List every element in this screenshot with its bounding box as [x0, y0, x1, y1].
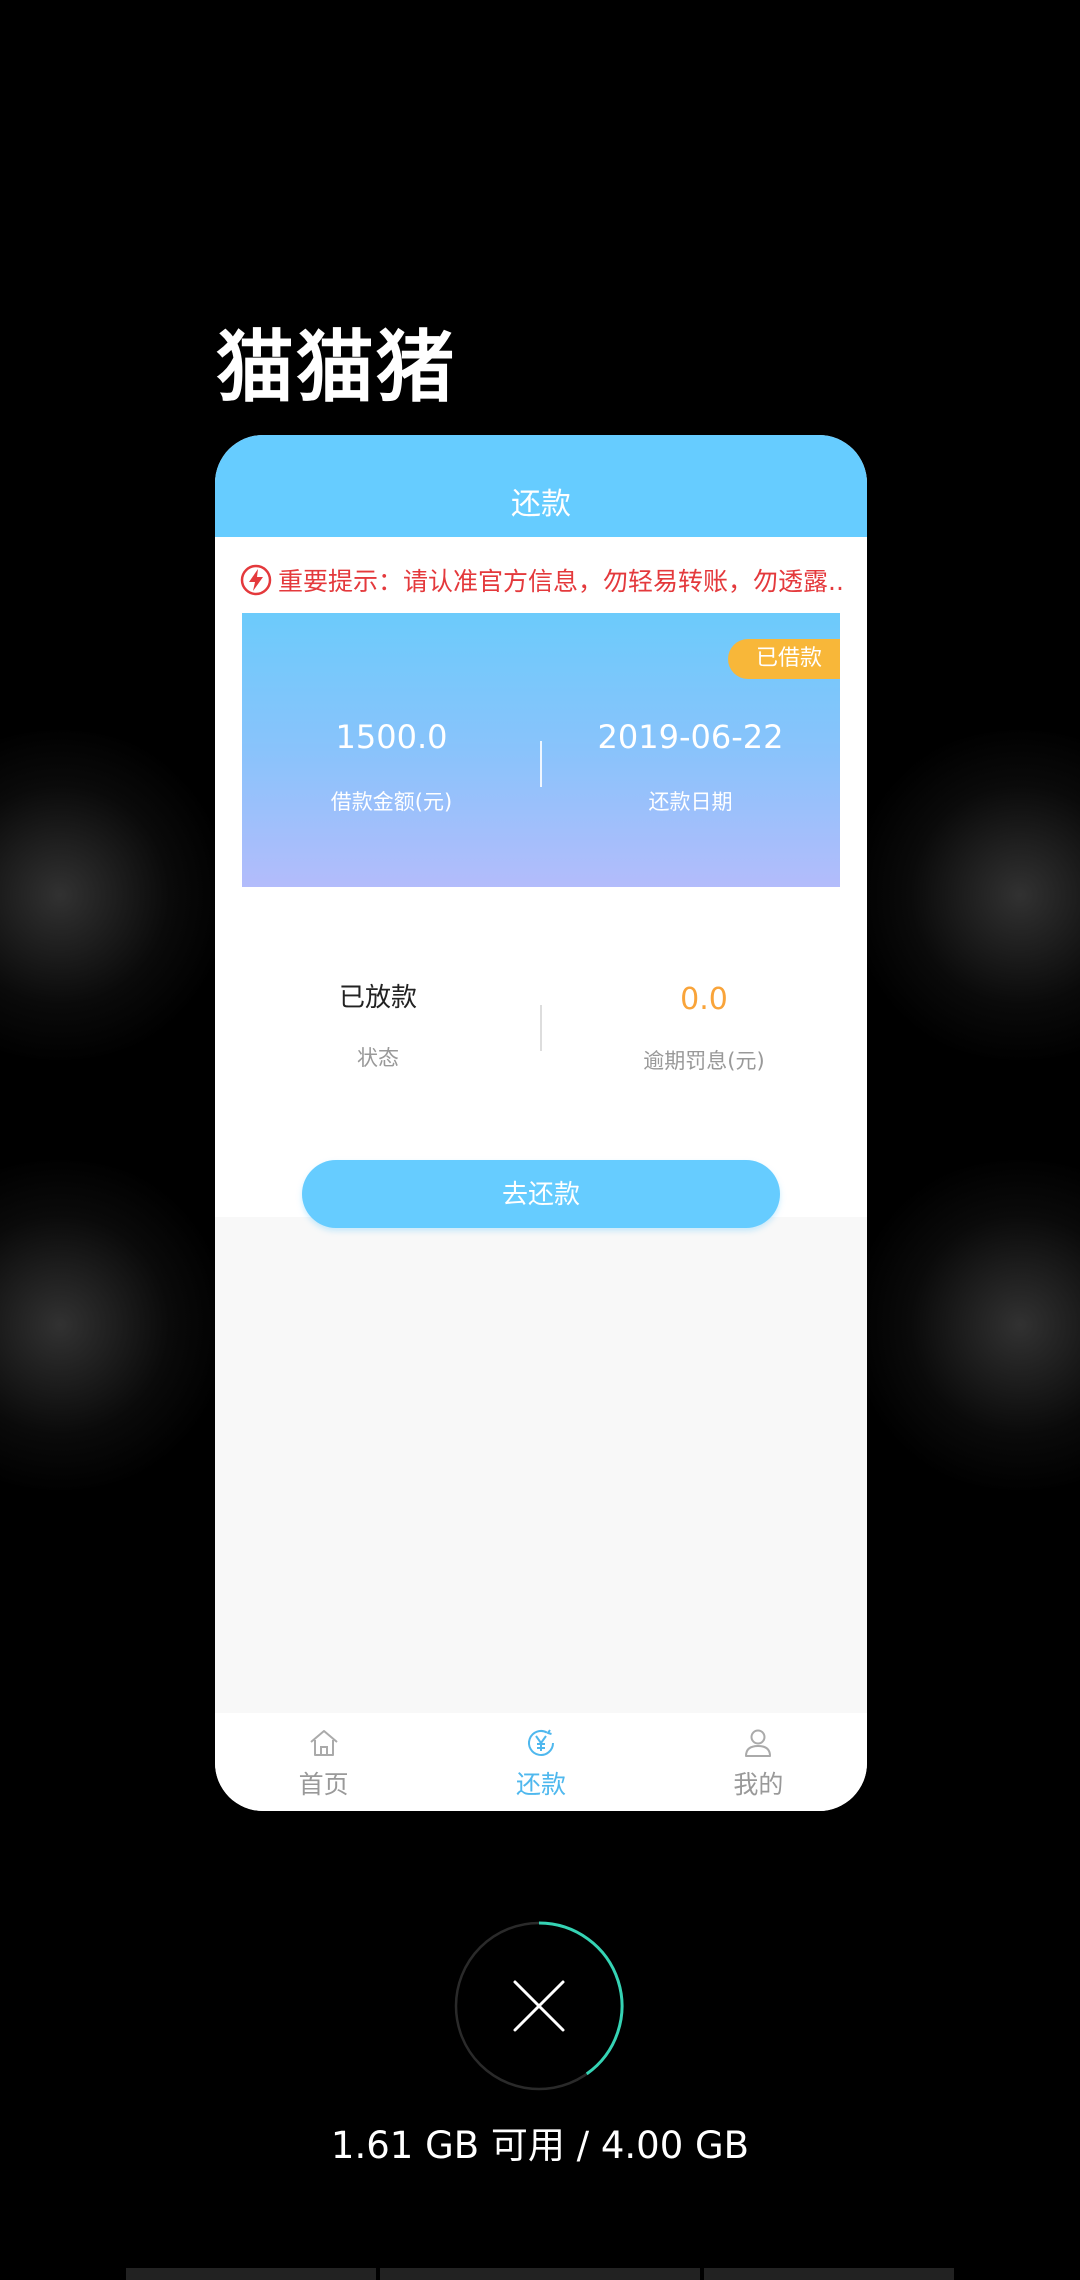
background-glow: [840, 730, 1080, 1060]
user-icon: [745, 1729, 772, 1757]
tab-home[interactable]: 首页: [215, 1713, 432, 1811]
recent-apps-screen: 猫猫猪 还款 重要提示：请认准官方信息，勿轻易转账，勿透露.. 已借款 1500…: [0, 0, 1080, 2280]
home-icon: [310, 1730, 338, 1756]
loan-summary-card: 已借款 1500.0 借款金额(元) 2019-06-22 还款日期: [242, 613, 840, 887]
status-value: 已放款: [338, 983, 417, 1013]
page-header: 还款: [215, 435, 867, 537]
yen-icon: [528, 1729, 554, 1756]
penalty-value: 0.0: [680, 982, 728, 1017]
background-glow: [0, 730, 240, 1060]
content-block: 重要提示：请认准官方信息，勿轻易转账，勿透露.. 已借款 1500.0 借款金额…: [215, 537, 867, 1217]
notice-bar: 重要提示：请认准官方信息，勿轻易转账，勿透露..: [240, 562, 850, 598]
tab-repay[interactable]: 还款: [432, 1713, 649, 1811]
status-row: 已放款 状态 0.0 逾期罚息(元): [215, 937, 867, 1097]
clear-all-button[interactable]: [454, 1921, 624, 2091]
status-label: 状态: [357, 1046, 399, 1070]
lightning-icon: [240, 564, 272, 596]
app-preview-card[interactable]: 还款 重要提示：请认准官方信息，勿轻易转账，勿透露.. 已借款 1500.0 借…: [215, 435, 867, 1811]
status-badge: 已借款: [727, 639, 840, 679]
loan-amount: 1500.0: [335, 718, 448, 756]
background-glow: [840, 1160, 1080, 1490]
tab-label: 还款: [515, 1770, 566, 1799]
repay-button[interactable]: 去还款: [302, 1160, 780, 1228]
nav-hint: [704, 2268, 954, 2280]
repay-date-label: 还款日期: [648, 790, 733, 814]
loan-amount-column: 1500.0 借款金额(元): [242, 718, 541, 816]
memory-ring: [454, 1921, 624, 2091]
notice-text: 重要提示：请认准官方信息，勿轻易转账，勿透露..: [278, 567, 844, 596]
repay-date: 2019-06-22: [597, 718, 784, 756]
close-icon: [513, 1980, 565, 2032]
tab-label: 首页: [298, 1770, 349, 1799]
penalty-label: 逾期罚息(元): [643, 1049, 765, 1073]
status-column: 已放款 状态: [215, 977, 541, 1072]
bottom-tab-bar: 首页 还款 我的: [215, 1713, 867, 1811]
nav-hint: [380, 2268, 700, 2280]
app-title: 猫猫猪: [216, 323, 457, 413]
repay-date-column: 2019-06-22 还款日期: [541, 718, 840, 816]
background-glow: [0, 1160, 240, 1490]
page-title: 还款: [511, 487, 571, 522]
loan-amount-label: 借款金额(元): [330, 790, 453, 814]
tab-label: 我的: [733, 1770, 784, 1799]
penalty-column: 0.0 逾期罚息(元): [541, 977, 867, 1075]
tab-mine[interactable]: 我的: [650, 1713, 867, 1811]
memory-status: 1.61 GB 可用 / 4.00 GB: [330, 2124, 750, 2167]
nav-hint: [126, 2268, 376, 2280]
